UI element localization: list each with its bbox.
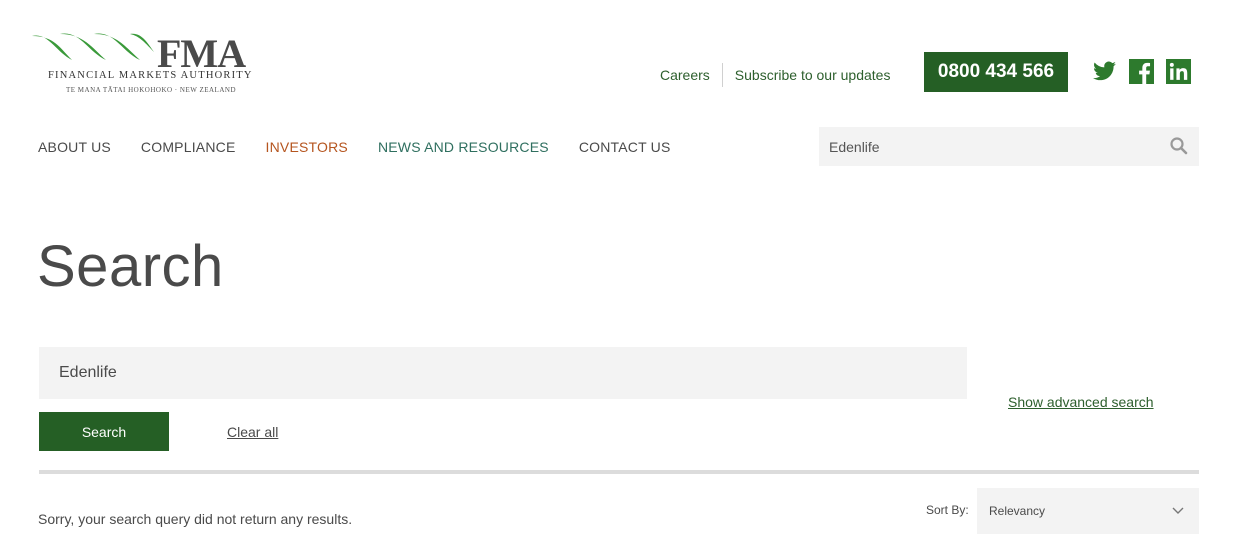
utility-divider: [721, 63, 723, 87]
chevron-down-icon: [1172, 507, 1184, 514]
sort-by-label: Sort By:: [926, 503, 969, 517]
clear-all-link[interactable]: Clear all: [227, 424, 278, 440]
nav-compliance[interactable]: COMPLIANCE: [141, 139, 236, 155]
header-search-box: [819, 127, 1199, 166]
nav-news-and-resources[interactable]: NEWS AND RESOURCES: [378, 139, 549, 155]
utility-links: Careers Subscribe to our updates: [660, 63, 890, 87]
sort-by-selected-value: Relevancy: [989, 504, 1046, 518]
sort-by-dropdown[interactable]: Relevancy: [977, 488, 1199, 534]
page-title: Search: [37, 234, 224, 299]
header-search-input[interactable]: [819, 138, 1149, 155]
subscribe-link[interactable]: Subscribe to our updates: [735, 67, 891, 83]
results-divider: [39, 470, 1199, 474]
facebook-icon[interactable]: [1129, 59, 1154, 84]
twitter-icon[interactable]: [1092, 59, 1117, 84]
nav-contact-us[interactable]: CONTACT US: [579, 139, 671, 155]
main-search-input[interactable]: [39, 347, 967, 399]
logo-tagline: TE MANA TĀTAI HOKOHOKO · NEW ZEALAND: [66, 86, 236, 94]
social-links: [1092, 59, 1191, 84]
search-icon[interactable]: [1169, 136, 1189, 156]
nav-investors[interactable]: INVESTORS: [266, 139, 348, 155]
nav-about-us[interactable]: ABOUT US: [38, 139, 111, 155]
main-search-box: [39, 347, 967, 399]
no-results-message: Sorry, your search query did not return …: [38, 511, 353, 527]
search-button[interactable]: Search: [39, 412, 169, 451]
show-advanced-search-link[interactable]: Show advanced search: [1008, 394, 1154, 410]
main-navigation: ABOUT US COMPLIANCE INVESTORS NEWS AND R…: [38, 139, 701, 155]
fma-wave-logo-icon: [32, 33, 154, 60]
careers-link[interactable]: Careers: [660, 67, 710, 83]
fma-logo[interactable]: FMA FINANCIAL MARKETS AUTHORITY TE MANA …: [30, 30, 252, 98]
logo-organisation-name: FINANCIAL MARKETS AUTHORITY: [48, 70, 253, 81]
linkedin-icon[interactable]: [1166, 59, 1191, 84]
phone-number-button[interactable]: 0800 434 566: [924, 52, 1068, 92]
